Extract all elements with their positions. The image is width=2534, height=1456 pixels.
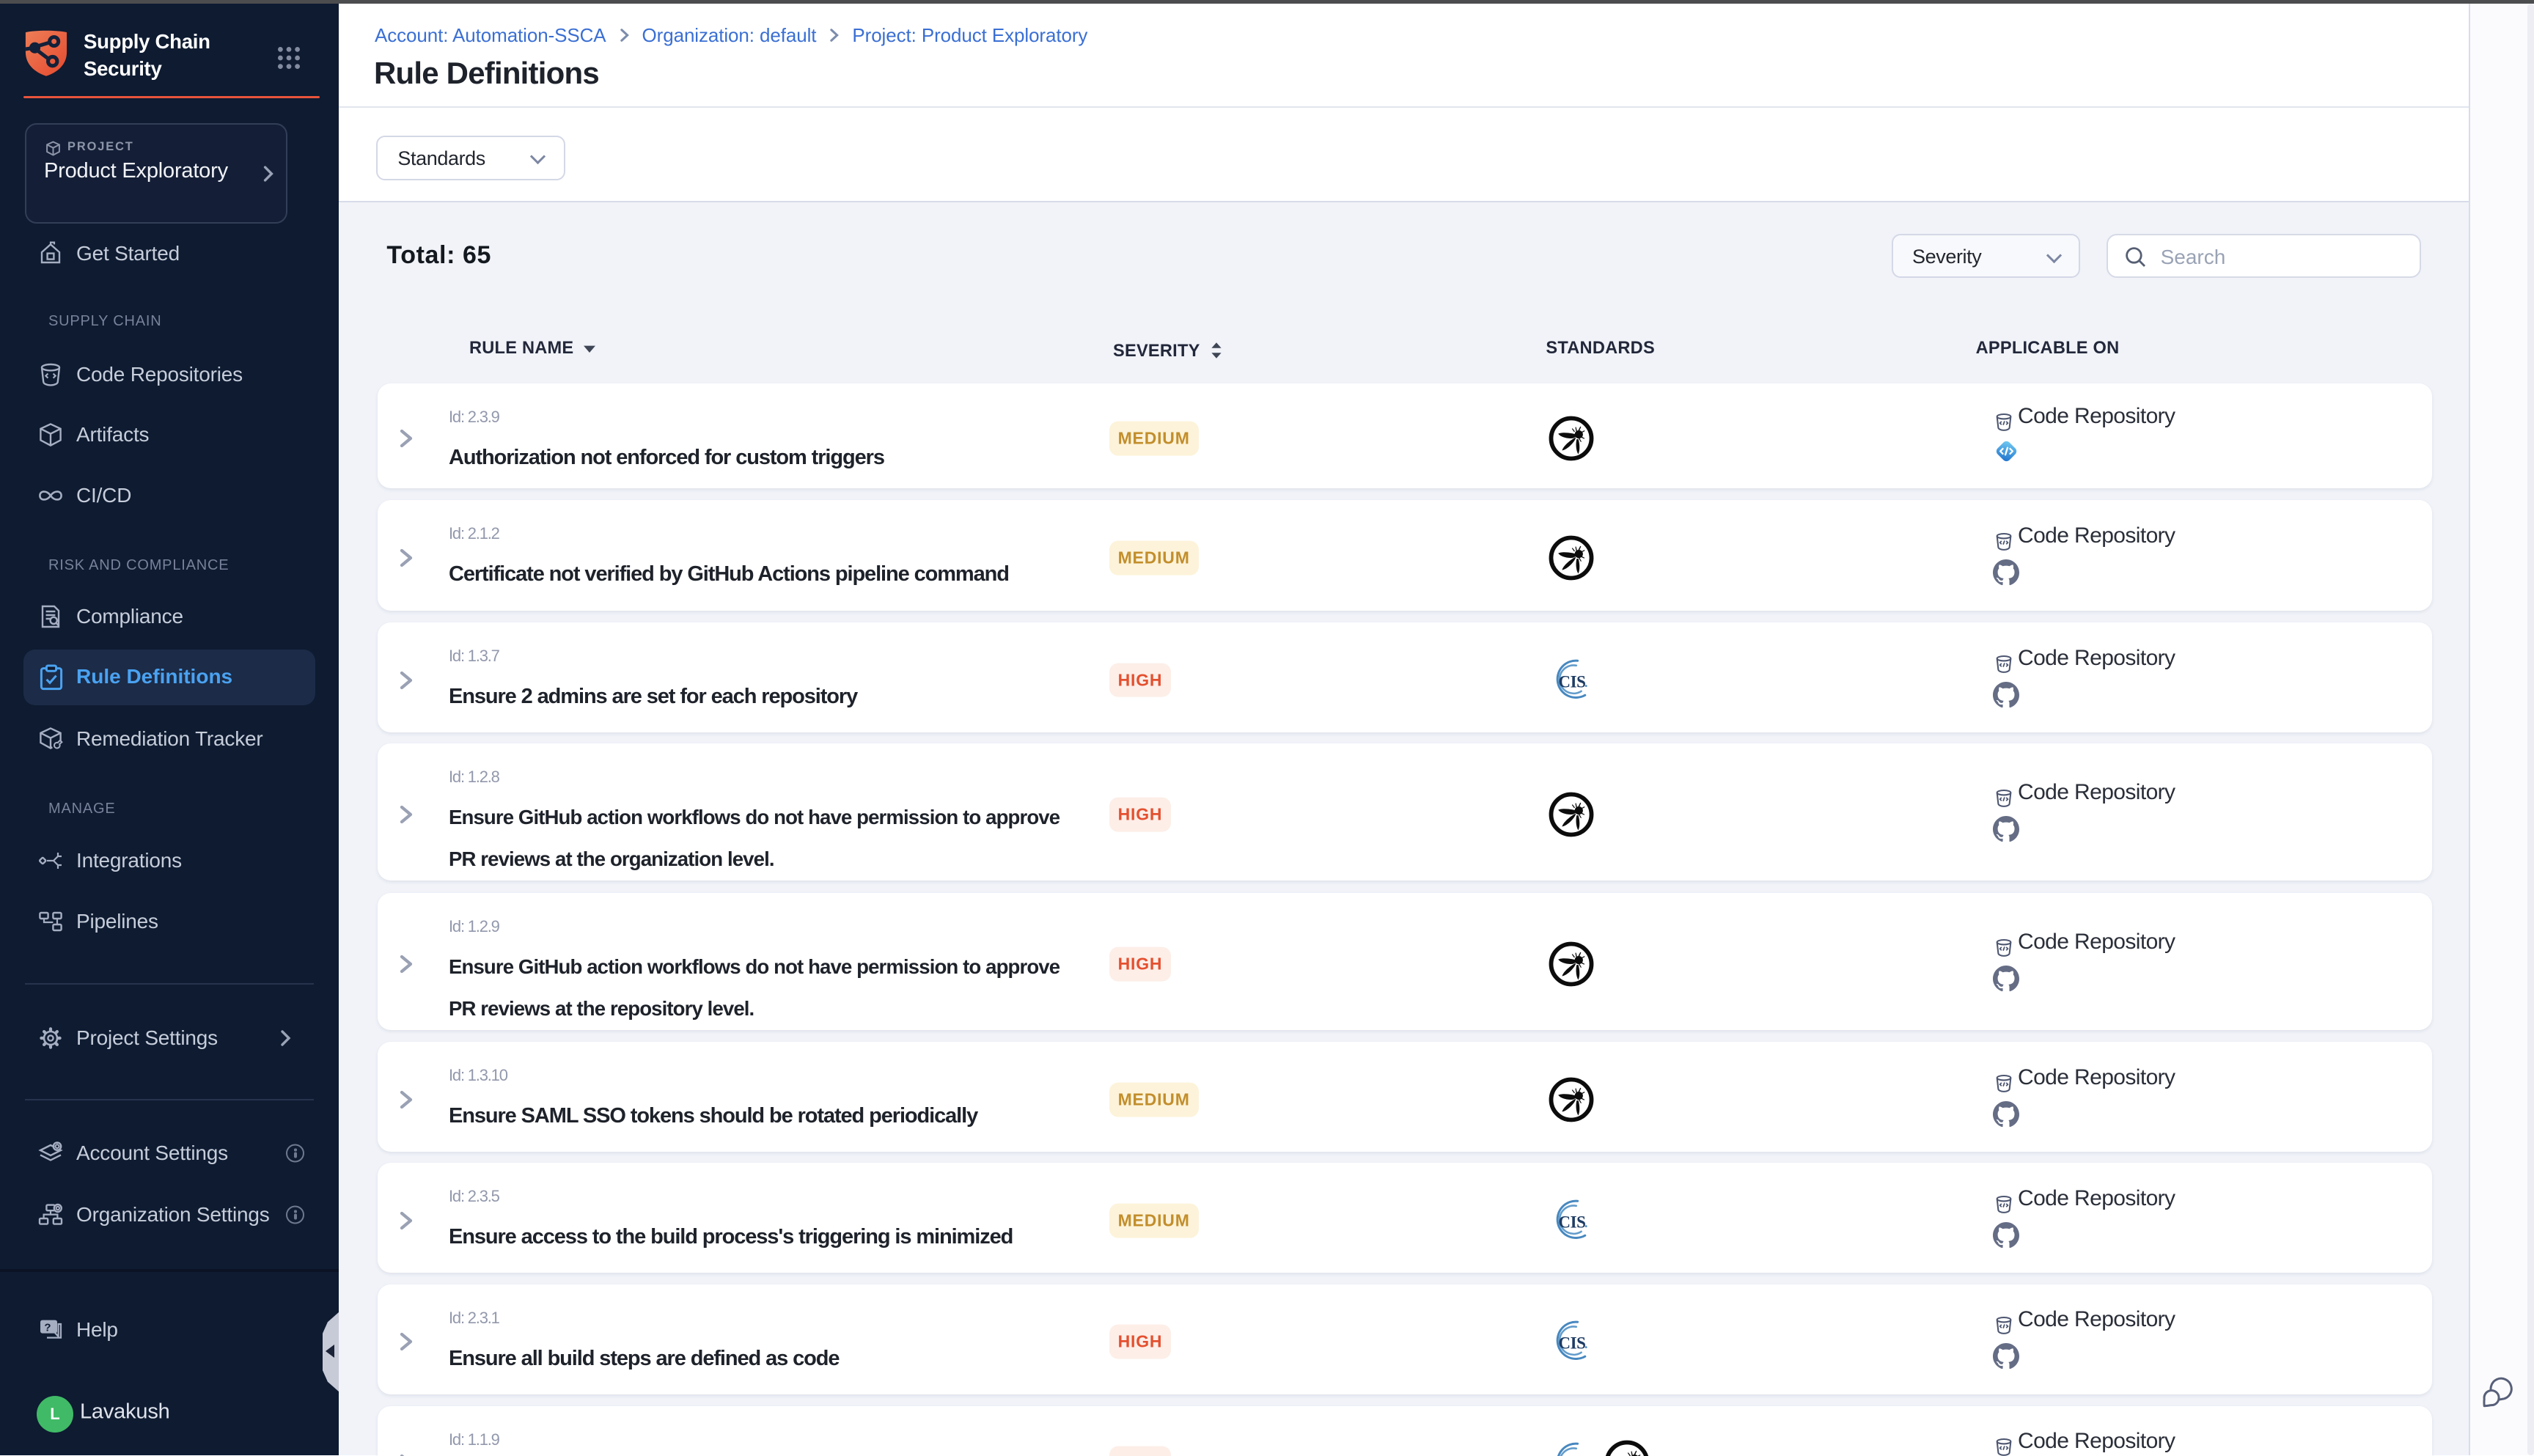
svg-text:?: ? <box>44 1322 51 1334</box>
